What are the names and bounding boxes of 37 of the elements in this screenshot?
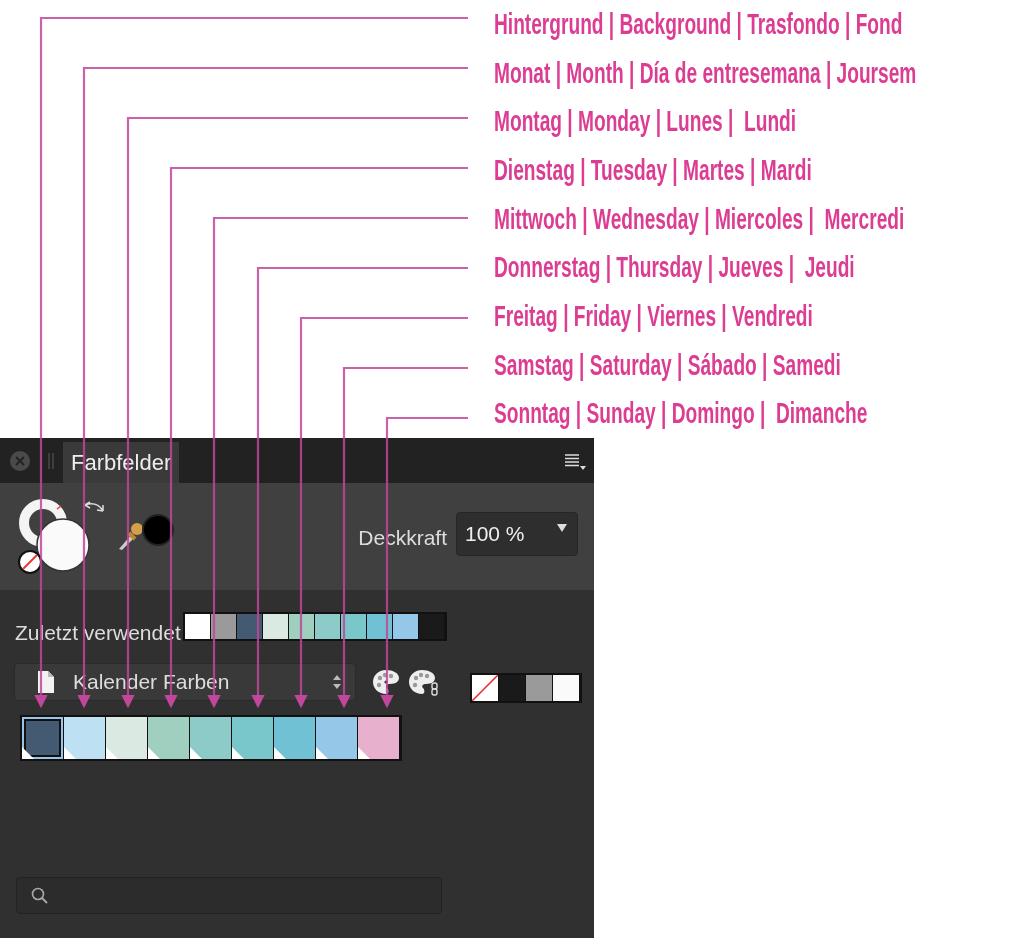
annotation-label: Monat | Month | Día de entresemana | Joursem	[494, 56, 917, 90]
default-swatch[interactable]	[499, 675, 526, 701]
palette-link-icon[interactable]	[408, 668, 440, 696]
recent-swatch[interactable]	[262, 614, 289, 639]
color-swatch[interactable]	[64, 717, 106, 759]
annotation-label: Montag | Monday | Lunes | Lundi	[494, 105, 797, 139]
color-swatch[interactable]	[316, 717, 358, 759]
recent-swatch[interactable]	[184, 614, 211, 639]
caret-icon	[557, 524, 567, 532]
recent-swatch[interactable]	[392, 614, 419, 639]
default-swatch[interactable]	[472, 675, 499, 701]
menu-icon[interactable]	[564, 453, 586, 471]
color-swatch[interactable]	[274, 717, 316, 759]
color-swatch[interactable]	[148, 717, 190, 759]
annotation-label: Sonntag | Sunday | Domingo | Dimanche	[494, 397, 868, 431]
annotation-label: Freitag | Friday | Viernes | Vendredi	[494, 299, 813, 333]
default-swatch[interactable]	[526, 675, 553, 701]
color-swatch[interactable]	[190, 717, 232, 759]
color-swatch[interactable]	[232, 717, 274, 759]
annotation-label: Hintergrund | Background | Trasfondo | Fond	[494, 7, 903, 41]
recent-swatch[interactable]	[418, 614, 445, 639]
default-swatch[interactable]	[553, 675, 580, 701]
updown-icon	[333, 674, 341, 690]
picked-color-icon[interactable]	[141, 513, 175, 547]
color-swatch[interactable]	[358, 717, 400, 759]
color-swatch[interactable]	[106, 717, 148, 759]
search-field[interactable]	[16, 877, 442, 914]
search-icon	[31, 886, 49, 905]
opacity-dropdown[interactable]: 100 %	[456, 512, 578, 556]
annotation-label: Mittwoch | Wednesday | Miercoles | Mercredi	[494, 202, 905, 236]
annotation-label: Donnerstag | Thursday | Jueves | Jeudi	[494, 251, 855, 285]
grip-icon[interactable]	[47, 453, 55, 469]
color-swatch[interactable]	[22, 717, 64, 759]
annotation-label: Samstag | Saturday | Sábado | Samedi	[494, 348, 841, 382]
recent-swatch[interactable]	[314, 614, 341, 639]
annotation-label: Dienstag | Tuesday | Martes | Mardi	[494, 153, 812, 187]
palette-icon[interactable]	[372, 668, 400, 696]
